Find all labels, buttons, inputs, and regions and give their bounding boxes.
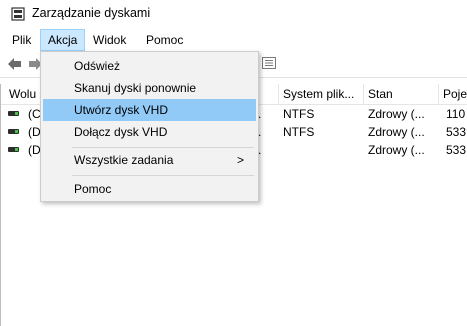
column-header-filesystem[interactable]: System plik... [279, 84, 364, 104]
menu-item-create-vhd[interactable]: Utwórz dysk VHD [43, 99, 256, 121]
column-header-capacity[interactable]: Poje [439, 84, 467, 104]
submenu-arrow-icon: > [236, 153, 244, 167]
volume-icon [8, 147, 19, 152]
volume-icon [8, 129, 19, 134]
menu-item-refresh[interactable]: Odśwież [43, 55, 256, 77]
column-header-status[interactable]: Stan [364, 84, 439, 104]
menu-pomoc[interactable]: Pomoc [139, 29, 190, 51]
status-cell: Zdrowy (... [368, 107, 425, 121]
menu-item-all-tasks[interactable]: Wszystkie zadania > [43, 149, 256, 171]
capacity-cell: 110 [446, 107, 466, 121]
akcja-dropdown-menu: Odśwież Skanuj dyski ponownie Utwórz dys… [40, 51, 259, 202]
menu-widok[interactable]: Widok [86, 29, 133, 51]
list-view-icon[interactable] [262, 57, 276, 69]
menu-separator [72, 147, 254, 148]
status-cell: Zdrowy (... [368, 125, 425, 139]
filesystem-cell: NTFS [283, 125, 315, 139]
status-cell: Zdrowy (... [368, 143, 425, 157]
disk-management-app-icon [11, 7, 25, 21]
menu-separator [72, 175, 254, 176]
window-title: Zarządzanie dyskami [32, 6, 151, 20]
menu-item-rescan-disks[interactable]: Skanuj dyski ponownie [43, 77, 256, 99]
volume-truncation: . [258, 143, 262, 157]
capacity-cell: 533 [446, 125, 467, 139]
menu-plik[interactable]: Plik [5, 29, 38, 51]
menu-item-help[interactable]: Pomoc [43, 178, 256, 200]
capacity-cell: 533 [446, 143, 467, 157]
menu-item-label: Wszystkie zadania [74, 153, 174, 167]
window-left-edge [0, 84, 1, 326]
title-bar: Zarządzanie dyskami [0, 0, 467, 29]
volume-truncation: . [258, 107, 262, 121]
menu-bar: Plik Akcja Widok Pomoc [0, 29, 467, 51]
volume-icon [8, 111, 19, 116]
menu-item-attach-vhd[interactable]: Dołącz dysk VHD [43, 121, 256, 143]
volume-truncation: . [258, 125, 262, 139]
filesystem-cell: NTFS [283, 107, 315, 121]
filesystem-cell [279, 141, 364, 159]
menu-akcja[interactable]: Akcja [40, 29, 85, 51]
back-arrow-icon[interactable] [6, 55, 24, 73]
